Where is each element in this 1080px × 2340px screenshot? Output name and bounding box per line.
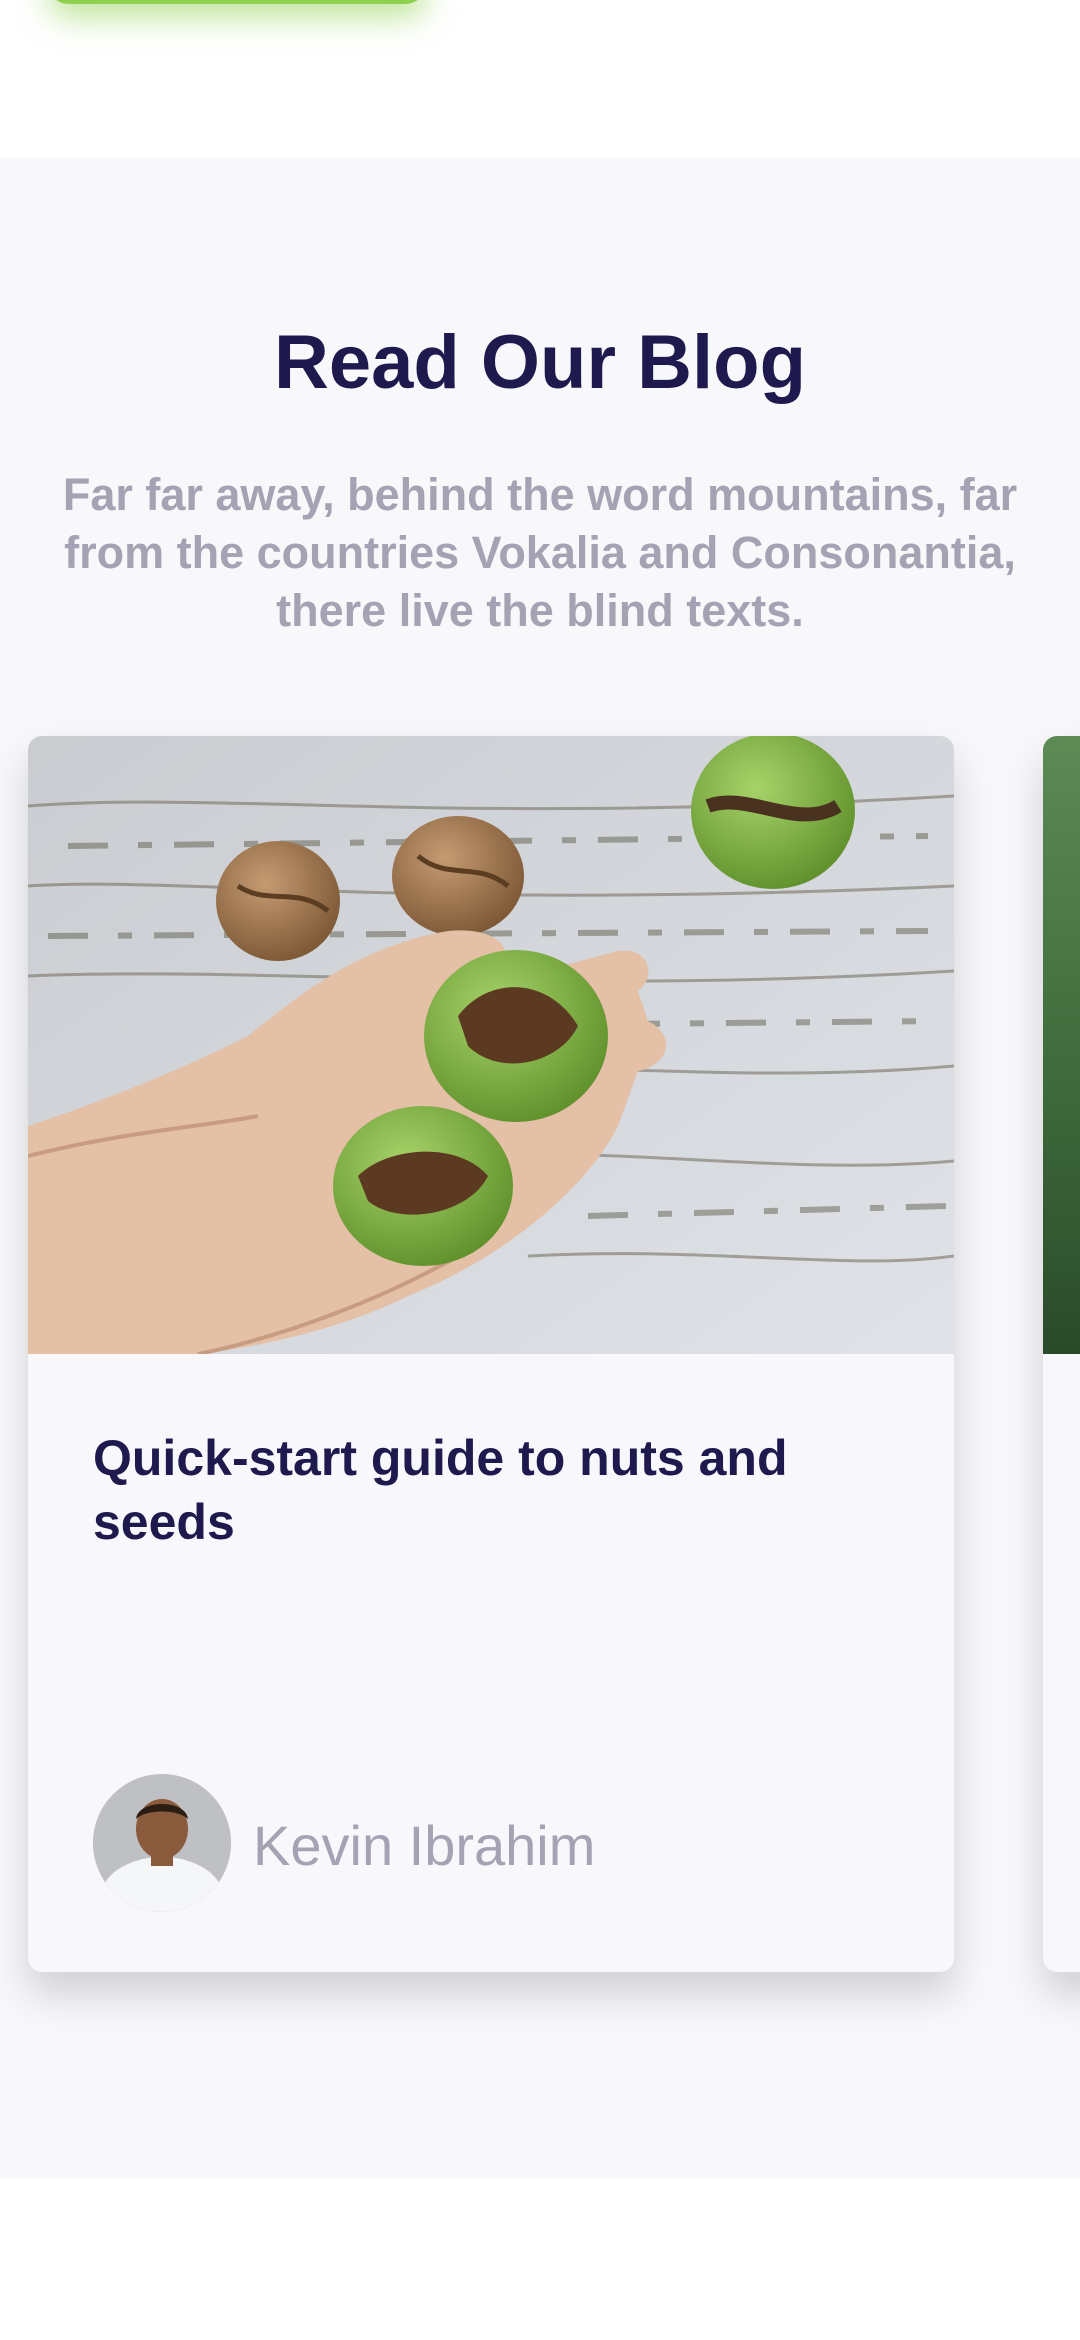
section-title: Read Our Blog xyxy=(273,320,807,405)
section-subtitle: Far far away, behind the word mountains,… xyxy=(62,469,1018,636)
author-avatar-icon xyxy=(93,1774,231,1912)
author-name: Kevin Ibrahim xyxy=(253,1814,596,1877)
cta-button[interactable] xyxy=(47,0,427,4)
blog-card[interactable]: Quick-start guide to nuts and seeds Kevi… xyxy=(28,736,954,1972)
blog-section: Read Our Blog Far far away, behind the w… xyxy=(0,158,1080,2178)
next-blog-card[interactable] xyxy=(1043,736,1080,1972)
post-title[interactable]: Quick-start guide to nuts and seeds xyxy=(93,1426,893,1554)
next-card-image xyxy=(1043,736,1080,1354)
walnuts-image[interactable] xyxy=(28,736,954,1354)
walnuts-photo-icon xyxy=(28,736,954,1354)
top-area xyxy=(0,0,1080,158)
bottom-area xyxy=(0,2178,1080,2340)
